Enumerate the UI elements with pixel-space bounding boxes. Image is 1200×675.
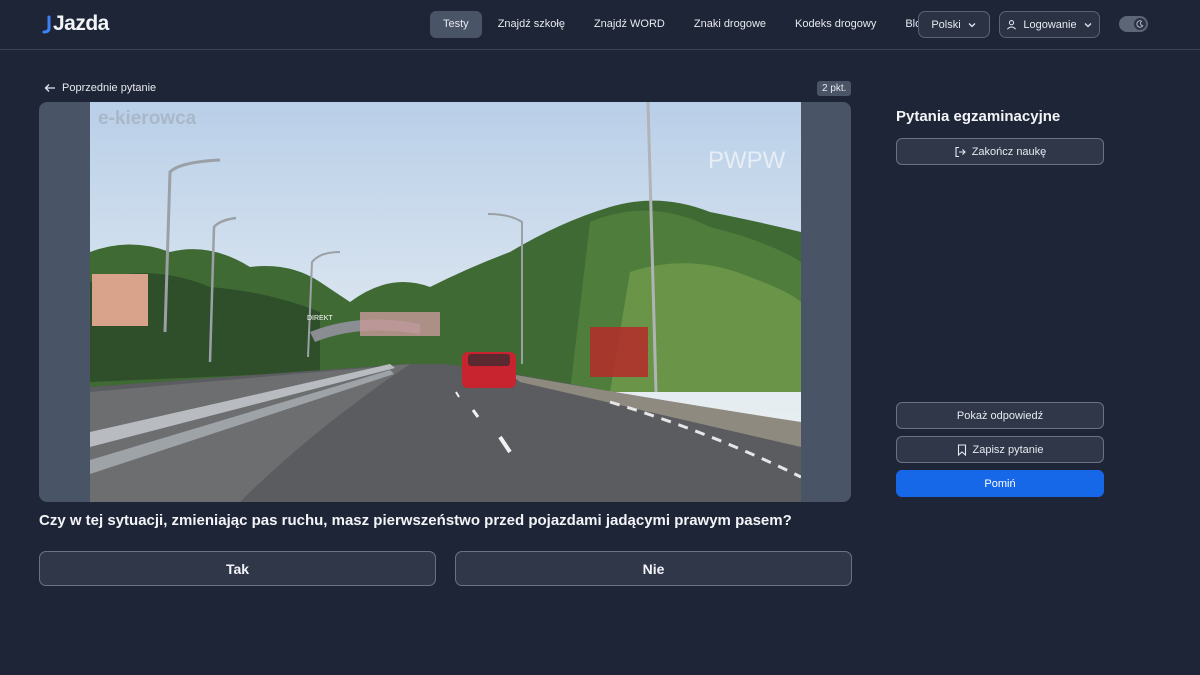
previous-question-label: Poprzednie pytanie xyxy=(62,82,157,94)
finish-learning-button[interactable]: Zakończ naukę xyxy=(896,138,1104,165)
question-text: Czy w tej sytuacji, zmieniając pas ruchu… xyxy=(39,512,792,529)
overpass-sign-text: DIREKT xyxy=(307,315,333,322)
watermark-right: PWPW xyxy=(708,147,786,174)
login-button[interactable]: Logowanie xyxy=(999,11,1100,38)
nav-item-znaki-drogowe[interactable]: Znaki drogowe xyxy=(681,11,779,38)
skip-button[interactable]: Pomiń xyxy=(896,470,1104,497)
sidebar-title: Pytania egzaminacyjne xyxy=(896,108,1061,125)
bookmark-icon xyxy=(957,443,966,456)
road-scene-image: e-kierowca PWPW DIREKT xyxy=(90,102,801,502)
logo-mark-icon xyxy=(42,15,51,34)
top-header: Jazda Testy Znajdź szkołę Znajdź WORD Zn… xyxy=(0,0,1200,50)
points-badge: 2 pkt. xyxy=(817,81,852,96)
login-label: Logowanie xyxy=(1023,18,1077,31)
show-answer-button[interactable]: Pokaż odpowiedź xyxy=(896,402,1104,429)
moon-icon xyxy=(1136,20,1144,28)
logo[interactable]: Jazda xyxy=(42,11,109,37)
user-icon xyxy=(1007,20,1017,30)
logo-text: Jazda xyxy=(53,12,109,35)
watermark-left: e-kierowca xyxy=(98,108,197,129)
chevron-down-icon xyxy=(968,22,976,27)
answer-yes-button[interactable]: Tak xyxy=(39,551,436,586)
question-media: e-kierowca PWPW DIREKT xyxy=(39,102,851,502)
nav-item-kodeks-drogowy[interactable]: Kodeks drogowy xyxy=(782,11,889,38)
arrow-left-icon xyxy=(44,84,55,92)
nav-item-znajdz-word[interactable]: Znajdź WORD xyxy=(581,11,678,38)
save-question-label: Zapisz pytanie xyxy=(972,443,1044,456)
answer-no-button[interactable]: Nie xyxy=(455,551,852,586)
chevron-down-icon xyxy=(1084,22,1092,27)
logout-icon xyxy=(955,146,966,157)
nav-item-znajdz-szkole[interactable]: Znajdź szkołę xyxy=(485,11,578,38)
theme-toggle[interactable] xyxy=(1119,16,1148,32)
language-select[interactable]: Polski xyxy=(918,11,990,38)
language-label: Polski xyxy=(931,18,961,31)
save-question-button[interactable]: Zapisz pytanie xyxy=(896,436,1104,463)
nav-item-testy[interactable]: Testy xyxy=(430,11,482,38)
previous-question-link[interactable]: Poprzednie pytanie xyxy=(44,80,156,96)
finish-learning-label: Zakończ naukę xyxy=(971,145,1047,158)
main-nav: Testy Znajdź szkołę Znajdź WORD Znaki dr… xyxy=(430,11,943,38)
toggle-knob xyxy=(1134,18,1146,30)
